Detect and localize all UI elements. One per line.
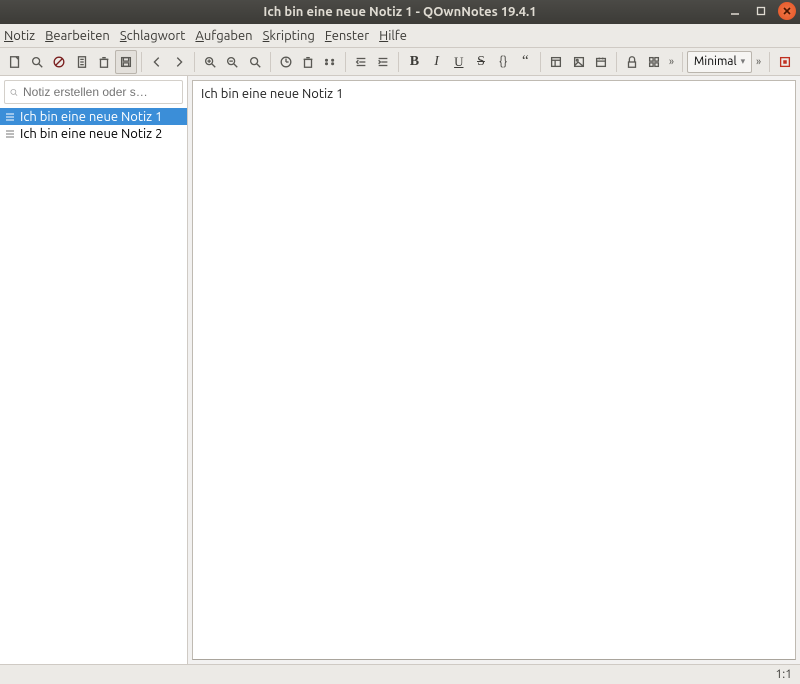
back-icon[interactable] xyxy=(146,50,168,74)
calendar-icon[interactable] xyxy=(590,50,612,74)
layout-icon[interactable] xyxy=(545,50,567,74)
note-search-box[interactable] xyxy=(4,80,183,104)
indent-increase-icon[interactable] xyxy=(372,50,394,74)
toolbar-separator xyxy=(194,52,195,72)
editor-pane: Ich bin eine neue Notiz 1 xyxy=(188,76,800,664)
layout-mode-selector[interactable]: Minimal ▾ xyxy=(687,51,752,73)
toolbar: B I U S {} “ » Minimal ▾ » xyxy=(0,48,800,76)
menu-fenster[interactable]: Fenster xyxy=(325,29,369,43)
code-braces-icon[interactable]: {} xyxy=(492,50,514,74)
bold-icon[interactable]: B xyxy=(403,50,425,74)
note-item-label: Ich bin eine neue Notiz 2 xyxy=(20,127,162,141)
quote-icon[interactable]: “ xyxy=(514,50,536,74)
zoom-in-icon[interactable] xyxy=(199,50,221,74)
lock-icon[interactable] xyxy=(621,50,643,74)
trash2-icon[interactable] xyxy=(297,50,319,74)
underline-icon[interactable]: U xyxy=(448,50,470,74)
sidebar: Ich bin eine neue Notiz 1 Ich bin eine n… xyxy=(0,76,188,664)
toolbar-overflow-1[interactable]: » xyxy=(665,56,678,68)
toolbar-separator xyxy=(682,52,683,72)
strikethrough-icon[interactable]: S xyxy=(470,50,492,74)
menu-aufgaben[interactable]: Aufgaben xyxy=(195,29,252,43)
zoom-out-icon[interactable] xyxy=(221,50,243,74)
indent-decrease-icon[interactable] xyxy=(350,50,372,74)
note-item[interactable]: Ich bin eine neue Notiz 2 xyxy=(0,125,187,142)
toolbar-separator xyxy=(270,52,271,72)
toolbar-separator xyxy=(398,52,399,72)
toolbar-separator xyxy=(769,52,770,72)
note-search-input[interactable] xyxy=(23,85,178,99)
toolbar-overflow-2[interactable]: » xyxy=(752,56,765,68)
menu-hilfe[interactable]: Hilfe xyxy=(379,29,407,43)
new-note-icon[interactable] xyxy=(4,50,26,74)
clock-icon[interactable] xyxy=(275,50,297,74)
forbidden-icon[interactable] xyxy=(48,50,70,74)
menu-notiz[interactable]: Notiz xyxy=(4,29,35,43)
toolbar-separator xyxy=(540,52,541,72)
document-icon[interactable] xyxy=(71,50,93,74)
dots-icon[interactable] xyxy=(319,50,341,74)
toolbar-separator xyxy=(616,52,617,72)
italic-icon[interactable]: I xyxy=(426,50,448,74)
image-icon[interactable] xyxy=(567,50,589,74)
status-bar: 1:1 xyxy=(0,664,800,684)
note-item[interactable]: Ich bin eine neue Notiz 1 xyxy=(0,108,187,125)
trash-icon[interactable] xyxy=(93,50,115,74)
search-icon[interactable] xyxy=(26,50,48,74)
menu-schlagwort[interactable]: Schlagwort xyxy=(120,29,186,43)
layout-mode-label: Minimal xyxy=(694,55,737,68)
minimize-button[interactable] xyxy=(726,2,744,20)
title-bar: Ich bin eine neue Notiz 1 - QOwnNotes 19… xyxy=(0,0,800,24)
cursor-position: 1:1 xyxy=(776,668,793,681)
save-icon[interactable] xyxy=(115,50,137,74)
dropdown-triangle-icon: ▾ xyxy=(741,56,746,67)
maximize-button[interactable] xyxy=(752,2,770,20)
note-icon xyxy=(4,129,16,139)
editor-content: Ich bin eine neue Notiz 1 xyxy=(201,87,343,101)
close-button[interactable] xyxy=(778,2,796,20)
toolbar-separator xyxy=(141,52,142,72)
forward-icon[interactable] xyxy=(168,50,190,74)
toolbar-separator xyxy=(345,52,346,72)
main-area: Ich bin eine neue Notiz 1 Ich bin eine n… xyxy=(0,76,800,664)
menu-bearbeiten[interactable]: Bearbeiten xyxy=(45,29,110,43)
note-editor[interactable]: Ich bin eine neue Notiz 1 xyxy=(192,80,796,660)
grid-icon[interactable] xyxy=(643,50,665,74)
note-icon xyxy=(4,112,16,122)
search-icon xyxy=(9,86,19,99)
distraction-free-icon[interactable] xyxy=(774,50,796,74)
note-item-label: Ich bin eine neue Notiz 1 xyxy=(20,110,162,124)
zoom-reset-icon[interactable] xyxy=(244,50,266,74)
window-title: Ich bin eine neue Notiz 1 - QOwnNotes 19… xyxy=(263,5,536,19)
menu-bar: Notiz Bearbeiten Schlagwort Aufgaben Skr… xyxy=(0,24,800,48)
menu-skripting[interactable]: Skripting xyxy=(263,29,315,43)
note-list[interactable]: Ich bin eine neue Notiz 1 Ich bin eine n… xyxy=(0,108,187,664)
